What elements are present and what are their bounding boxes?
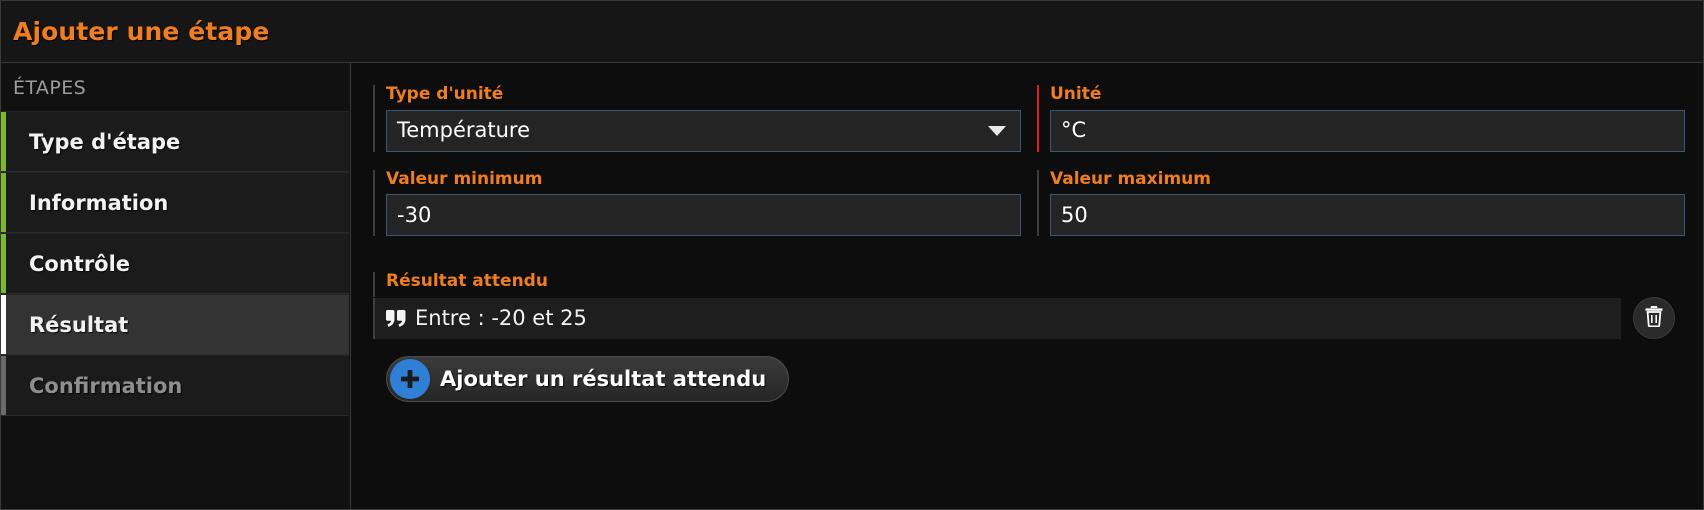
steps-sidebar: ÉTAPES Type d'étape Information Contrôle… — [1, 63, 351, 509]
field-min-value-inner: Valeur minimum -30 — [373, 168, 1021, 237]
expected-result-rows-wrap: Entre : -20 et 25 — [373, 297, 1685, 340]
sidebar-item-resultat[interactable]: Résultat — [1, 294, 349, 355]
quote-left-icon — [386, 309, 406, 327]
expected-result-text: Entre : -20 et 25 — [415, 306, 587, 331]
form-column-right: Unité °C — [1037, 85, 1685, 170]
sidebar-item-confirmation[interactable]: Confirmation — [1, 355, 349, 416]
field-max-value-inner: Valeur maximum 50 — [1037, 168, 1685, 237]
max-value: 50 — [1061, 202, 1088, 227]
sidebar-item-controle[interactable]: Contrôle — [1, 233, 349, 294]
min-value: -30 — [397, 202, 432, 227]
add-expected-result-button[interactable]: Ajouter un résultat attendu — [386, 356, 790, 403]
field-unit-inner: Unité °C — [1037, 85, 1685, 152]
field-unit-type: Type d'unité Température — [373, 85, 1021, 152]
form-column-left: Type d'unité Température — [373, 85, 1021, 170]
plus-circle-icon — [390, 359, 430, 400]
field-label: Type d'unité — [386, 84, 504, 104]
add-expected-result-row: Ajouter un résultat attendu — [373, 356, 1685, 403]
field-max-value: Valeur maximum 50 — [1037, 168, 1685, 237]
max-value-input[interactable]: 50 — [1050, 194, 1685, 237]
form-row-1: Type d'unité Température Unité °C — [373, 85, 1685, 170]
sidebar-item-label: Résultat — [29, 312, 129, 337]
field-unit: Unité °C — [1037, 85, 1685, 152]
expected-result-rows: Entre : -20 et 25 — [373, 297, 1621, 339]
form-column-right-2: Valeur maximum 50 — [1037, 168, 1685, 255]
sidebar-item-label: Contrôle — [29, 251, 131, 276]
delete-expected-result-button[interactable] — [1633, 297, 1675, 340]
sidebar-item-label: Confirmation — [29, 373, 183, 398]
form-row-2: Valeur minimum -30 Valeur maximum 50 — [373, 168, 1685, 255]
field-label: Valeur maximum — [1050, 168, 1211, 189]
form-column-left-2: Valeur minimum -30 — [373, 168, 1021, 255]
page-title: Ajouter une étape — [13, 17, 270, 46]
sidebar-header: ÉTAPES — [13, 77, 87, 99]
unit-type-value: Température — [397, 118, 531, 143]
expected-result-label-wrap: Résultat attendu — [373, 271, 1685, 298]
dialog-titlebar: Ajouter une étape — [1, 1, 1703, 63]
field-label: Valeur minimum — [386, 168, 543, 189]
field-unit-type-inner: Type d'unité Température — [373, 85, 1021, 152]
min-value-input[interactable]: -30 — [386, 194, 1021, 237]
field-min-value: Valeur minimum -30 — [373, 168, 1021, 237]
unit-input[interactable]: °C — [1050, 109, 1685, 152]
list-item[interactable]: Entre : -20 et 25 — [375, 297, 1621, 339]
add-expected-result-label: Ajouter un résultat attendu — [440, 367, 767, 392]
field-label: Unité — [1050, 84, 1102, 104]
unit-type-select[interactable]: Température — [386, 109, 1021, 152]
unit-value: °C — [1061, 118, 1087, 143]
dialog-body: ÉTAPES Type d'étape Information Contrôle… — [1, 63, 1703, 509]
chevron-down-icon — [988, 125, 1006, 136]
trash-icon — [1644, 305, 1664, 331]
expected-result-label: Résultat attendu — [386, 271, 548, 292]
step-form-panel: Type d'unité Température Unité °C Valeur… — [351, 63, 1703, 509]
sidebar-item-information[interactable]: Information — [1, 172, 349, 233]
sidebar-item-label: Type d'étape — [29, 129, 181, 154]
sidebar-item-type-detape[interactable]: Type d'étape — [1, 111, 349, 172]
add-step-dialog: Ajouter une étape ÉTAPES Type d'étape In… — [0, 0, 1704, 510]
expected-result-section: Résultat attendu Entre : -20 et 25 — [373, 271, 1685, 340]
sidebar-item-label: Information — [29, 190, 169, 215]
